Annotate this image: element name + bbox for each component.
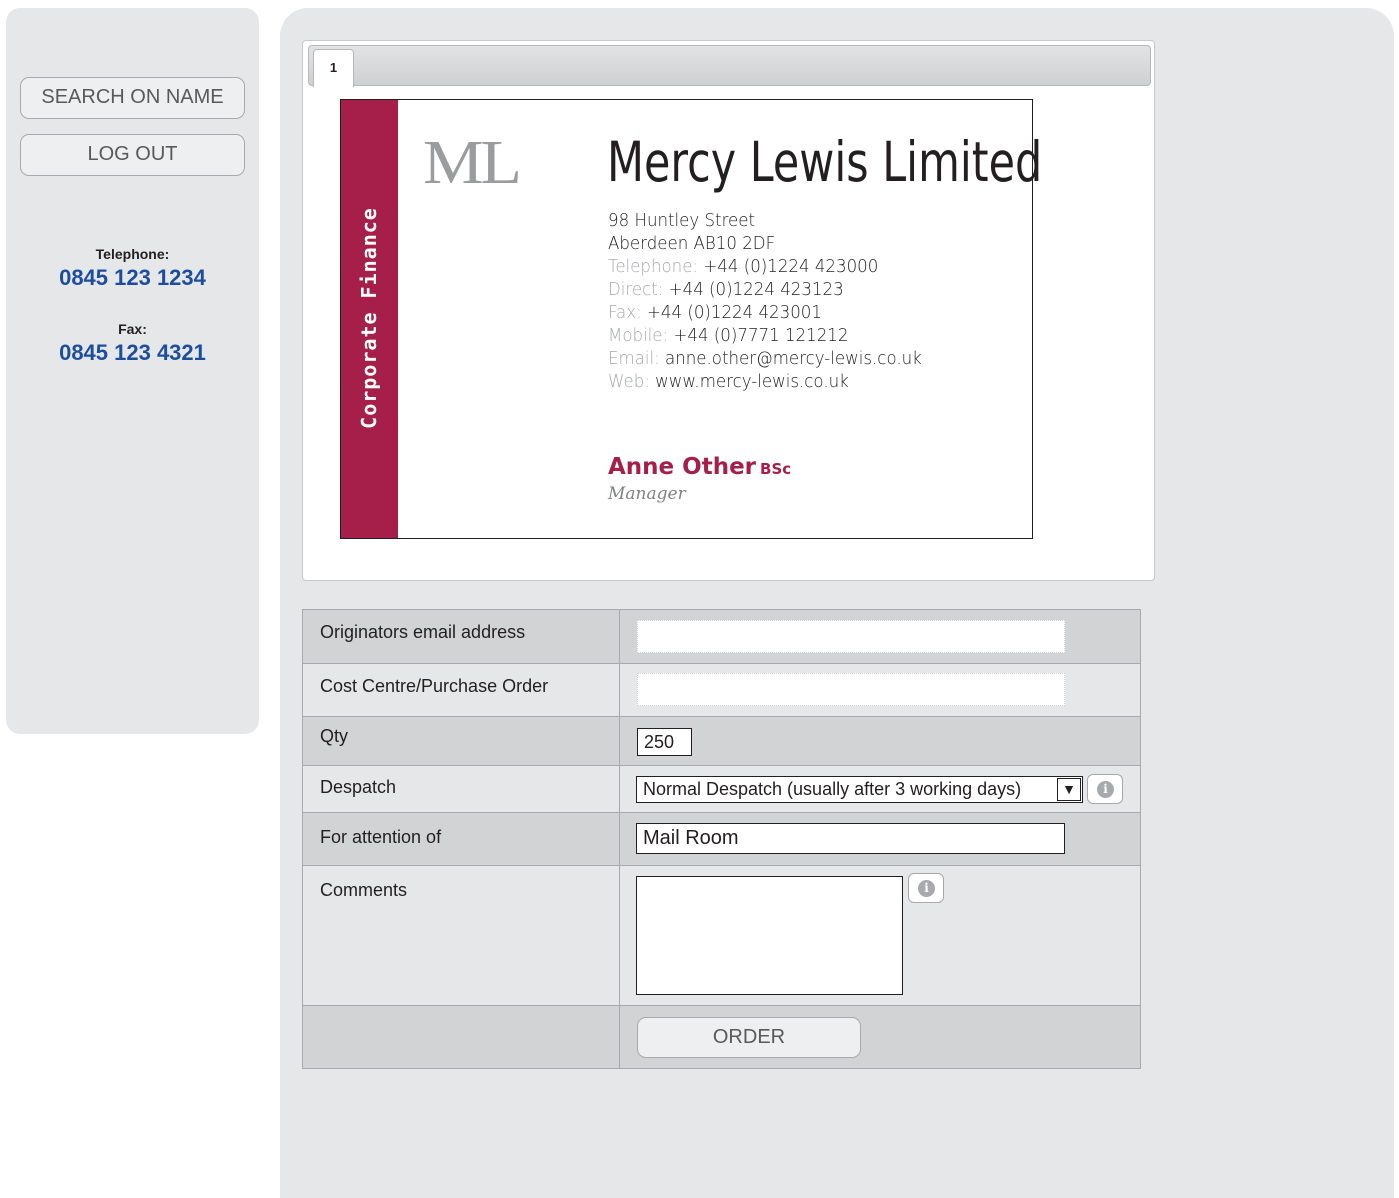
card-address-line2: Aberdeen AB10 2DF <box>608 234 776 254</box>
form-row-comments: Comments i <box>302 865 1141 1006</box>
despatch-info-button[interactable]: i <box>1087 774 1123 804</box>
card-telephone: Telephone: +44 (0)1224 423000 <box>608 256 922 279</box>
card-email-value: anne.other@mercy-lewis.co.uk <box>665 349 922 369</box>
telephone-label: Telephone: <box>95 246 170 262</box>
card-fax: Fax: +44 (0)1224 423001 <box>608 302 922 325</box>
comments-textarea[interactable] <box>636 876 903 995</box>
form-row-cost-centre: Cost Centre/Purchase Order <box>302 663 1141 717</box>
form-row-email: Originators email address <box>302 609 1141 664</box>
card-mobile-label: Mobile: <box>608 326 669 346</box>
qty-label: Qty <box>302 716 620 766</box>
cost-centre-label: Cost Centre/Purchase Order <box>302 663 620 717</box>
despatch-selected-value: Normal Despatch (usually after 3 working… <box>643 779 1022 799</box>
card-email-label: Email: <box>608 349 660 369</box>
email-field[interactable] <box>637 620 1065 653</box>
attention-label: For attention of <box>302 812 620 866</box>
proof-tab-bar: 1 <box>308 45 1151 87</box>
order-row-empty-cell <box>302 1005 620 1069</box>
card-side-strip: Corporate Finance <box>341 100 398 538</box>
email-label: Originators email address <box>302 609 620 664</box>
despatch-select[interactable]: Normal Despatch (usually after 3 working… <box>636 776 1083 803</box>
card-direct-label: Direct: <box>608 280 664 300</box>
card-address-line1: 98 Huntley Street <box>608 211 756 231</box>
card-web: Web: www.mercy-lewis.co.uk <box>608 371 922 394</box>
card-person-role: Manager <box>608 484 686 504</box>
form-row-order: ORDER <box>302 1005 1141 1069</box>
attention-field[interactable]: Mail Room <box>636 823 1065 854</box>
card-name-text: Anne Other <box>608 454 757 480</box>
fax-number: 0845 123 4321 <box>59 340 206 365</box>
card-fax-value: +44 (0)1224 423001 <box>646 303 822 323</box>
comments-label: Comments <box>302 865 620 1006</box>
form-row-qty: Qty 250 <box>302 716 1141 766</box>
card-web-value: www.mercy-lewis.co.uk <box>655 372 849 392</box>
order-button[interactable]: ORDER <box>637 1017 861 1058</box>
info-icon: i <box>1097 781 1114 798</box>
form-row-despatch: Despatch Normal Despatch (usually after … <box>302 765 1141 813</box>
card-mobile: Mobile: +44 (0)7771 121212 <box>608 325 922 348</box>
card-direct: Direct: +44 (0)1224 423123 <box>608 279 922 302</box>
card-telephone-label: Telephone: <box>608 257 699 277</box>
card-company-name: Mercy Lewis Limited <box>607 130 1043 194</box>
dropdown-arrow-icon[interactable]: ▼ <box>1057 778 1081 801</box>
telephone-number: 0845 123 1234 <box>59 265 206 290</box>
card-logo: ML <box>423 129 522 197</box>
tab-proof-1[interactable]: 1 <box>313 49 354 87</box>
card-direct-value: +44 (0)1224 423123 <box>668 280 844 300</box>
fax-label: Fax: <box>118 321 147 337</box>
card-mobile-value: +44 (0)7771 121212 <box>673 326 849 346</box>
card-telephone-value: +44 (0)1224 423000 <box>703 257 879 277</box>
order-form: Originators email address Cost Centre/Pu… <box>302 609 1141 1069</box>
card-email: Email: anne.other@mercy-lewis.co.uk <box>608 348 922 371</box>
card-person-name: Anne Other BSc <box>608 454 791 480</box>
form-row-attention: For attention of Mail Room <box>302 812 1141 866</box>
business-card: Corporate Finance ML Mercy Lewis Limited… <box>340 99 1042 539</box>
sidebar: SEARCH ON NAME LOG OUT Telephone: 0845 1… <box>6 8 259 734</box>
qty-field[interactable]: 250 <box>637 728 692 756</box>
card-name-suffix: BSc <box>760 460 792 478</box>
card-contact-details: 98 Huntley Street Aberdeen AB10 2DF Tele… <box>608 210 938 394</box>
card-fax-label: Fax: <box>608 303 642 323</box>
comments-info-button[interactable]: i <box>908 873 944 903</box>
card-strip-text: Corporate Finance <box>357 207 381 429</box>
despatch-label: Despatch <box>302 765 620 813</box>
search-on-name-button[interactable]: SEARCH ON NAME <box>20 77 245 119</box>
cost-centre-field[interactable] <box>637 673 1065 706</box>
log-out-button[interactable]: LOG OUT <box>20 134 245 176</box>
info-icon: i <box>918 880 935 897</box>
card-web-label: Web: <box>608 372 650 392</box>
